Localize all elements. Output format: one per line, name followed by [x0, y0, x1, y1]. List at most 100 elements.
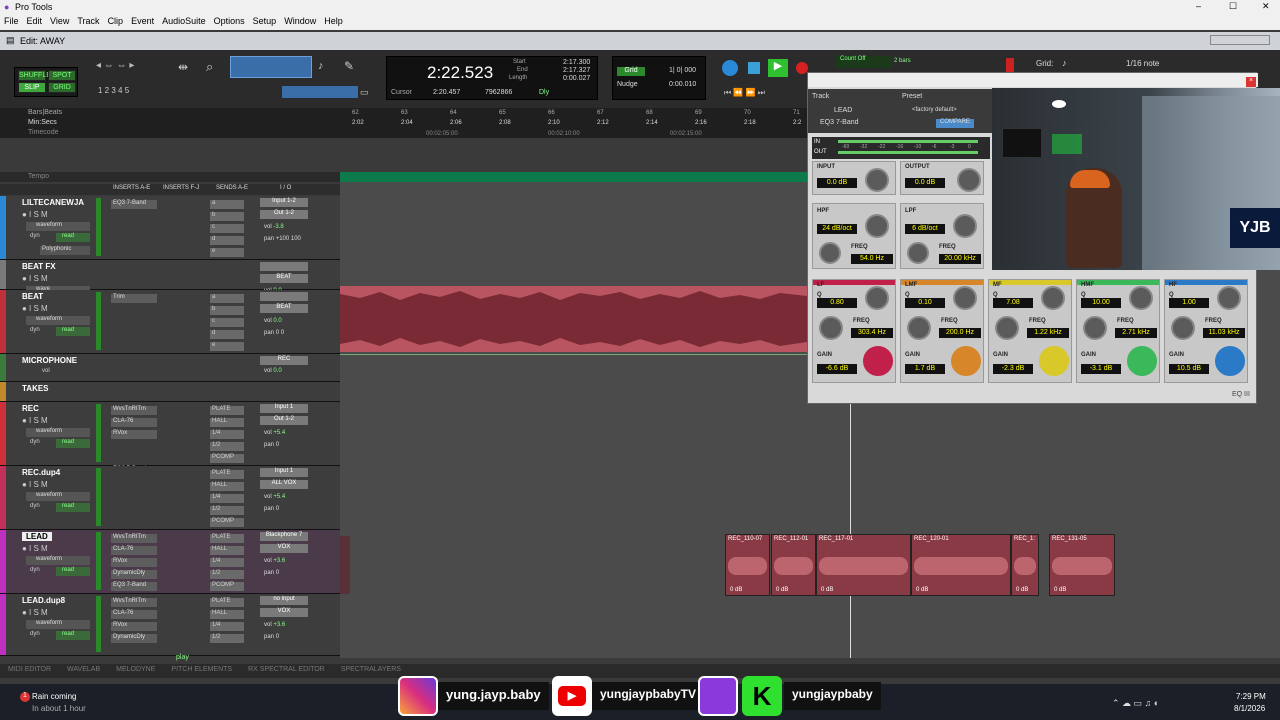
trim-tool-icon[interactable]: ⇹ [178, 60, 188, 74]
send-slot[interactable]: b [210, 306, 244, 315]
zoom-tool-icon[interactable]: ⌕ [206, 59, 213, 75]
tray-icons[interactable]: ⌃ ☁ ▭ ♫ ◐ [1112, 698, 1159, 709]
automation-mode-select[interactable]: read [56, 327, 90, 336]
insert-slot[interactable]: CLA-76 [111, 418, 157, 427]
track-beat-fx[interactable]: BEAT FX● I S MwavereadBEATvol 0.0pan P P [0, 260, 340, 306]
bottom-tab[interactable]: RX SPECTRAL EDITOR [240, 664, 333, 675]
send-slot[interactable]: PLATE [210, 470, 244, 479]
audio-region[interactable]: REC_117-01 0 dB [816, 534, 911, 596]
grid-value[interactable]: 1| 0| 000 [669, 67, 696, 74]
send-slot[interactable]: 1/4 [210, 430, 244, 439]
scrubber-tool-icon[interactable]: ♪ [318, 60, 324, 72]
smart-tool[interactable] [230, 56, 312, 78]
send-slot[interactable]: HALL [210, 610, 244, 619]
automation-mode-select[interactable]: read [56, 503, 90, 512]
hpf-freq-knob[interactable] [819, 242, 841, 264]
band-freq-knob[interactable] [819, 316, 843, 340]
dly-label[interactable]: Dly [539, 89, 549, 96]
volume-readout[interactable]: vol +3.6 [264, 558, 285, 564]
send-slot[interactable]: 1/4 [210, 558, 244, 567]
band-freq-knob[interactable] [907, 316, 931, 340]
pan-readout[interactable]: pan 0 0 [264, 330, 284, 336]
output-select[interactable]: VOX [260, 608, 308, 617]
send-slot[interactable]: PCOMP [210, 454, 244, 463]
menu-edit[interactable]: Edit [23, 14, 47, 28]
window-controls[interactable] [1210, 35, 1270, 45]
shuffle-mode-button[interactable]: SHUFFLE [18, 70, 51, 81]
minimize-icon[interactable]: – [1196, 1, 1201, 11]
insert-slot[interactable]: WvsTnRlTm [111, 534, 157, 543]
track-buttons-icon[interactable]: ● I S M [22, 304, 48, 313]
band-freq-knob[interactable] [995, 316, 1019, 340]
track-beat[interactable]: BEAT ● I S M waveform read dyn Trim a b c d e BEAT v… [0, 290, 340, 354]
insert-slot[interactable]: CLA-76 [111, 610, 157, 619]
volume-readout[interactable]: vol +5.4 [264, 494, 285, 500]
send-slot[interactable]: 1/2 [210, 442, 244, 451]
track-view-select[interactable]: waveform [26, 492, 90, 501]
clock-date[interactable]: 8/1/2026 [1234, 704, 1265, 713]
track-name[interactable]: LEAD [22, 532, 52, 541]
send-slot[interactable]: PCOMP [210, 582, 244, 591]
audio-region[interactable]: REC_112-01 0 dB [771, 534, 816, 596]
track-name[interactable]: BEAT FX [22, 262, 56, 271]
track-view-select[interactable]: vol [42, 368, 50, 374]
input-knob[interactable] [865, 168, 889, 192]
pan-readout[interactable]: pan 0 [264, 634, 279, 640]
send-slot[interactable]: 1/4 [210, 622, 244, 631]
menu-file[interactable]: File [0, 14, 23, 28]
output-select[interactable]: Out 1-2 [260, 210, 308, 219]
track-name[interactable]: TAKES [22, 384, 49, 393]
output-select[interactable]: REC [260, 356, 308, 365]
maximize-icon[interactable]: ☐ [1229, 1, 1237, 12]
zoom-presets[interactable]: 1 2 3 4 5 [98, 86, 129, 95]
send-slot[interactable]: a [210, 200, 244, 209]
track-view-select[interactable]: waveform [26, 222, 90, 231]
length-value[interactable]: 0:00.027 [563, 75, 590, 82]
send-slot[interactable]: PLATE [210, 534, 244, 543]
track-view-select[interactable]: waveform [26, 556, 90, 565]
pan-readout[interactable]: pan 0 [264, 442, 279, 448]
insert-slot[interactable]: CLA-76 [111, 546, 157, 555]
loop-icon[interactable] [722, 60, 738, 76]
insert-slot[interactable]: DynamicDly [111, 634, 157, 643]
input-select[interactable]: no input [260, 596, 308, 605]
band-q-knob[interactable] [1041, 286, 1065, 310]
insert-slot[interactable]: WvsTnRlTm [111, 406, 157, 415]
track-name[interactable]: REC [22, 404, 39, 413]
tab-to-transient-icon[interactable]: ▭ [360, 87, 369, 98]
track-rec[interactable]: REC ● I S M waveform read dyn WvsTnRlTm CLA-76… [0, 402, 340, 475]
output-select[interactable]: ALL VOX [260, 480, 308, 489]
track-lead-dup8[interactable]: LEAD.dup8 ● I S M waveform read dyn WvsTnRlTm… [0, 594, 340, 656]
compare-button[interactable]: COMPARE [936, 119, 974, 128]
hpf-slope-knob[interactable] [865, 214, 889, 238]
stop-button[interactable] [748, 62, 760, 74]
band-gain-knob[interactable] [1127, 346, 1157, 376]
track-buttons-icon[interactable]: ● I S M [22, 416, 48, 425]
send-slot[interactable]: d [210, 330, 244, 339]
send-slot[interactable]: d [210, 236, 244, 245]
insert-slot[interactable]: RVox [111, 622, 157, 631]
track-buttons-icon[interactable]: ● I S M [22, 210, 48, 219]
volume-readout[interactable]: vol +5.4 [264, 430, 285, 436]
track-name[interactable]: MICROPHONE [22, 356, 77, 365]
band-freq-knob[interactable] [1083, 316, 1107, 340]
insert-slot[interactable]: EQ3 7-Band [111, 582, 157, 591]
automation-mode-select[interactable]: read [56, 567, 90, 576]
slip-mode-button[interactable]: SLIP [18, 82, 46, 93]
plugin-insert-select[interactable]: EQ3 7-Band [820, 119, 859, 126]
track-liltecanewja[interactable]: LILTECANEWJA ● I S M waveform read dyn Polyph… [0, 196, 340, 260]
link-buttons[interactable] [282, 86, 358, 98]
menu-setup[interactable]: Setup [249, 14, 281, 28]
track-name[interactable]: REC.dup4 [22, 468, 60, 477]
insert-slot[interactable]: WvsTnRlTm [111, 598, 157, 607]
spot-mode-button[interactable]: SPOT [48, 70, 76, 81]
menu-audiosuite[interactable]: AudioSuite [158, 14, 210, 28]
band-q-knob[interactable] [1217, 286, 1241, 310]
send-slot[interactable]: b [210, 212, 244, 221]
count-off-button[interactable]: Count Off [836, 56, 892, 68]
nudge-label[interactable]: Nudge [617, 81, 638, 88]
band-gain-knob[interactable] [863, 346, 893, 376]
output-select[interactable]: BEAT [260, 304, 308, 313]
output-select[interactable]: Out 1-2 [260, 416, 308, 425]
plugin-preset-select[interactable]: <factory default> [912, 107, 957, 113]
